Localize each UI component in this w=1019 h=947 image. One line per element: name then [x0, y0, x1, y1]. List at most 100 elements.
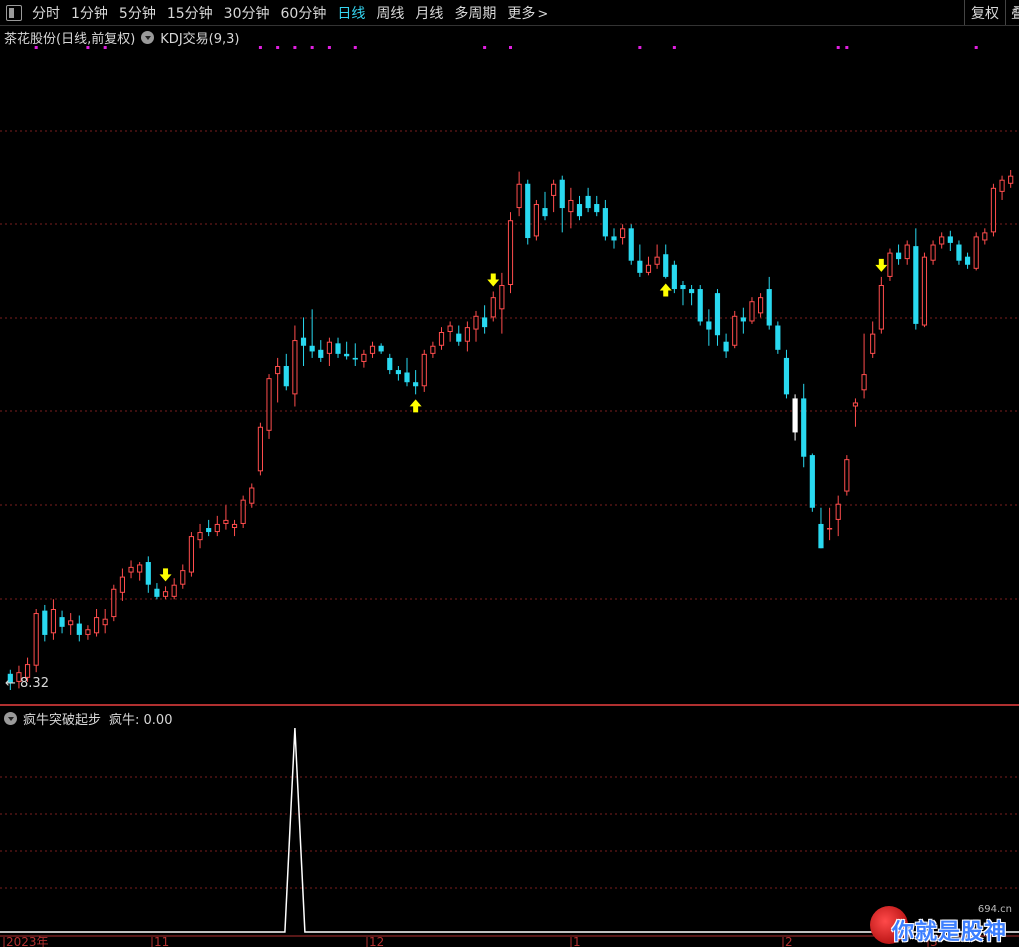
- kdj-signal-dot: [310, 46, 314, 49]
- candle-body: [119, 576, 126, 593]
- candle-body: [361, 353, 367, 362]
- candle-body: [895, 252, 902, 260]
- sell-arrow-icon: [159, 568, 172, 582]
- sub-chart-header: 疯牛突破起步 疯牛: 0.00: [4, 709, 172, 728]
- buy-arrow-icon: [409, 399, 422, 413]
- candle-body: [714, 293, 721, 336]
- candle-body: [663, 254, 669, 277]
- candle-body: [939, 236, 945, 245]
- kdj-signal-dot: [672, 46, 676, 49]
- candle-body: [947, 236, 953, 243]
- candle-body: [111, 588, 117, 618]
- candle-body: [490, 297, 496, 318]
- candle-body: [878, 285, 884, 330]
- candle-body: [921, 256, 928, 326]
- candle-body: [956, 244, 962, 261]
- candle-body: [732, 315, 738, 346]
- candle-body: [559, 179, 565, 209]
- kdj-signal-dot: [353, 46, 357, 49]
- candle-body: [835, 503, 841, 520]
- candle-body: [309, 345, 315, 352]
- watermark-text: 你就是股神: [892, 920, 1008, 945]
- candle-body: [818, 523, 824, 549]
- candle-body: [180, 570, 186, 585]
- candle-body: [723, 341, 729, 352]
- candle-body: [930, 244, 936, 261]
- candle-body: [844, 459, 850, 492]
- buy-arrow-icon: [659, 283, 672, 297]
- sub-indicator-name[interactable]: 疯牛突破起步: [23, 709, 101, 728]
- candle-body: [102, 618, 108, 626]
- candle-body: [42, 610, 48, 635]
- candle-body: [680, 285, 686, 290]
- candle-body: [551, 183, 557, 196]
- candle-body: [128, 566, 134, 573]
- candle-body: [516, 183, 522, 209]
- candle-body: [413, 382, 419, 387]
- candle-body: [990, 187, 997, 233]
- candle-body: [783, 357, 790, 395]
- candle-body: [964, 256, 971, 265]
- candle-body: [654, 256, 660, 265]
- candle-body: [257, 426, 263, 472]
- candle-body: [283, 366, 289, 387]
- candle-body: [525, 183, 531, 239]
- candle-body: [628, 228, 634, 261]
- candle-body: [697, 289, 703, 322]
- kdj-signal-dot: [845, 46, 849, 49]
- candle-body: [266, 378, 272, 431]
- kline-chart: ← 8.322023年 11 12 1 2 3: [0, 46, 1019, 947]
- sub-indicator-dropdown-icon[interactable]: [4, 712, 17, 725]
- candle-body: [395, 370, 401, 375]
- candle-body: [171, 584, 177, 597]
- candle-body: [982, 232, 988, 241]
- kdj-signal-dot: [34, 46, 38, 49]
- candle-body: [93, 617, 100, 634]
- candle-body: [775, 325, 781, 350]
- candle-body: [197, 532, 203, 541]
- candle-body: [749, 301, 755, 322]
- candle-body: [206, 528, 212, 533]
- candle-body: [542, 208, 548, 217]
- candle-body: [973, 236, 979, 269]
- candle-body: [68, 620, 74, 626]
- candle-body: [318, 349, 324, 358]
- kdj-signal-dot: [103, 46, 107, 49]
- kdj-signal-dot: [483, 46, 487, 49]
- candle-body: [145, 562, 151, 585]
- kdj-signal-dot: [86, 46, 90, 49]
- candle-body: [594, 204, 600, 213]
- pane-separator[interactable]: [0, 704, 1019, 706]
- kdj-signal-dot: [836, 46, 840, 49]
- candle-body: [378, 345, 384, 352]
- candle-body: [344, 353, 350, 357]
- x-axis-label: 11: [154, 935, 169, 947]
- candle-body: [568, 199, 574, 213]
- candle-body: [637, 260, 643, 273]
- candle-body: [223, 519, 229, 524]
- x-axis-label: 1: [573, 935, 581, 947]
- sell-arrow-icon: [487, 273, 500, 287]
- sub-indicator-value: 疯牛: 0.00: [109, 713, 173, 728]
- candle-body: [447, 325, 453, 332]
- candle-body: [611, 236, 617, 241]
- candle-body: [826, 528, 833, 530]
- candle-body: [620, 228, 626, 239]
- watermark-site: 694.cn: [977, 904, 1012, 915]
- candle-body: [706, 321, 712, 330]
- candle-body: [188, 536, 195, 573]
- candle-body: [292, 340, 298, 395]
- candle-body: [154, 588, 160, 597]
- candle-body: [766, 289, 772, 326]
- candle-body: [671, 264, 677, 290]
- kdj-signal-dot: [327, 46, 331, 49]
- x-axis-label: 12: [369, 935, 384, 947]
- candle-body: [430, 345, 436, 354]
- candle-body: [861, 374, 867, 391]
- candle-body: [904, 244, 910, 260]
- candle-body: [421, 353, 427, 387]
- candle-body: [300, 337, 307, 346]
- low-price-marker: ← 8.32: [5, 676, 49, 691]
- candle-body: [33, 613, 39, 666]
- candle-body: [162, 591, 169, 597]
